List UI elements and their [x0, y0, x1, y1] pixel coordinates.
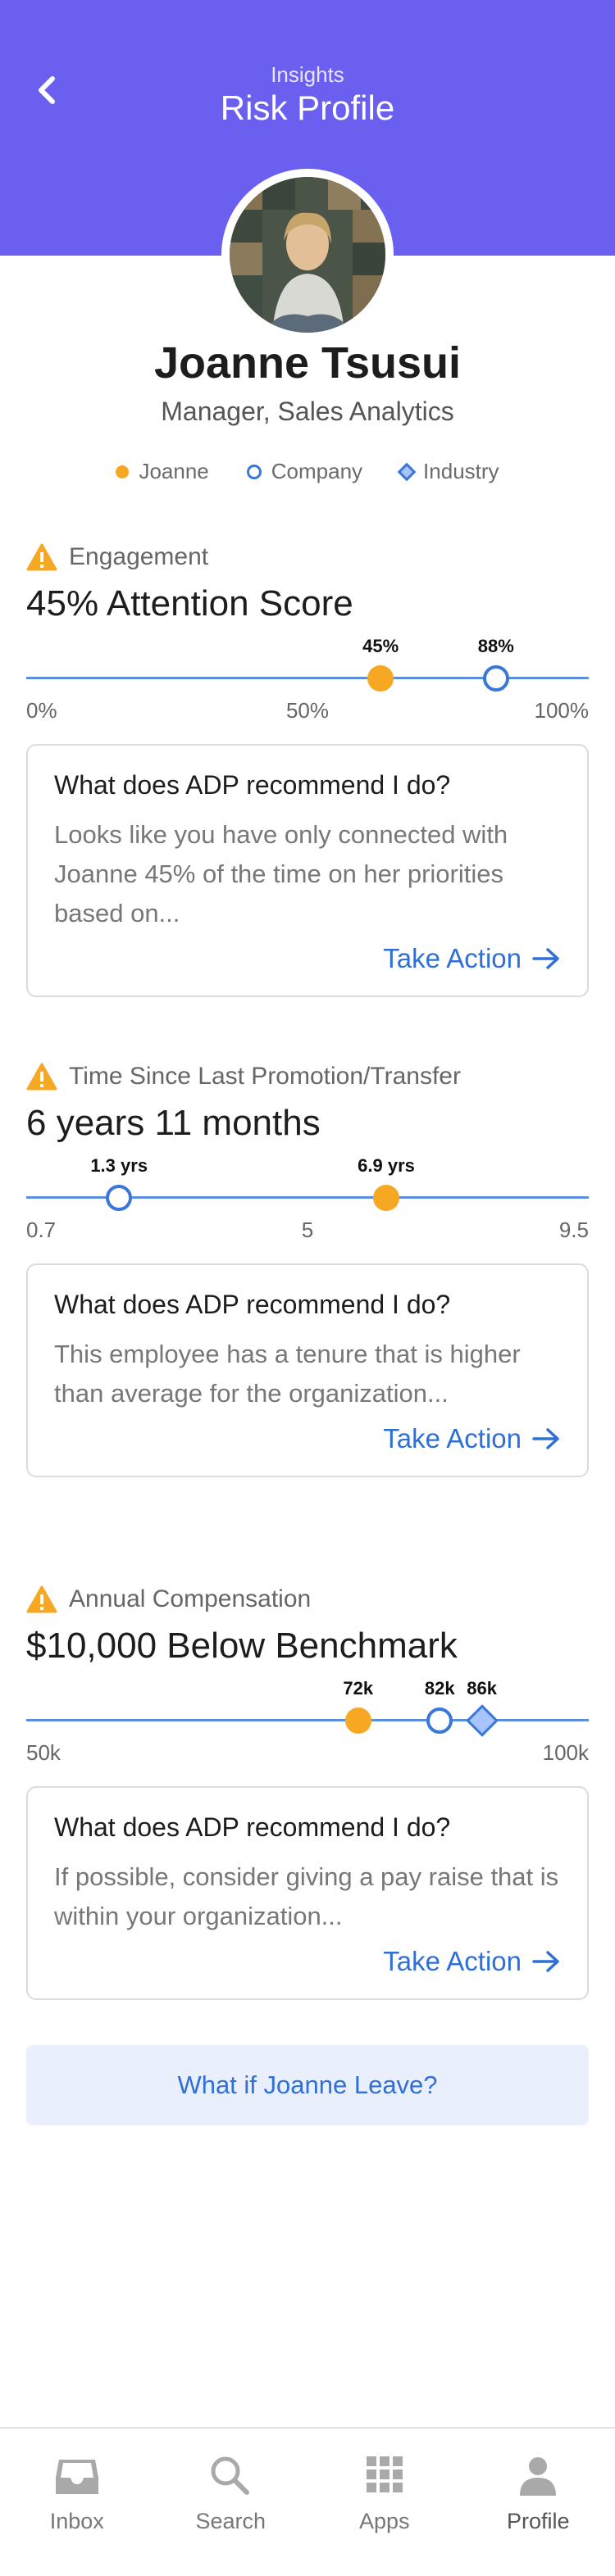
marker-ring: [426, 1708, 453, 1734]
card-question: What does ADP recommend I do?: [54, 1812, 451, 1842]
section-title: 45% Attention Score: [26, 583, 353, 624]
ring-dot-icon: [246, 464, 262, 479]
marker-ring: [482, 665, 509, 692]
apps-grid-icon: [366, 2456, 403, 2492]
tick-mid: 50%: [285, 698, 330, 723]
legend-company: Company: [246, 459, 362, 484]
diamond-icon: [397, 462, 417, 481]
tick-mid: 5: [301, 1218, 314, 1242]
legend: Joanne Company Industry: [0, 459, 615, 484]
employee-role: Manager, Sales Analytics: [161, 397, 454, 426]
person-icon: [520, 2457, 557, 2496]
recommendation-card: What does ADP recommend I do? If possibl…: [26, 1786, 589, 2000]
tab-inbox[interactable]: Inbox: [0, 2429, 154, 2576]
tick-max: 9.5: [558, 1218, 589, 1242]
marker-fill: [373, 1185, 400, 1211]
section-title: $10,000 Below Benchmark: [26, 1626, 458, 1666]
arrow-right-icon: [532, 1951, 559, 1972]
marker-fill: [367, 665, 394, 692]
tick-min: 0%: [26, 698, 57, 723]
page-title: Risk Profile: [220, 88, 395, 127]
header-subtitle: Insights: [271, 62, 344, 87]
card-text: This employee has a tenure that is highe…: [54, 1340, 521, 1408]
arrow-right-icon: [532, 948, 559, 969]
tick-min: 0.7: [26, 1218, 57, 1242]
take-action-button[interactable]: Take Action: [54, 943, 561, 974]
take-action-button[interactable]: Take Action: [54, 1946, 561, 1977]
filled-dot-icon: [116, 465, 130, 478]
section-title: 6 years 11 months: [26, 1103, 321, 1143]
take-action-button[interactable]: Take Action: [54, 1423, 561, 1454]
arrow-right-icon: [532, 1428, 559, 1449]
search-icon: [211, 2456, 250, 2495]
marker-dia: [465, 1704, 499, 1737]
range-scale: 50k 100k 72k 82k 86k: [26, 1678, 589, 1768]
marker-label: 6.9 yrs: [358, 1155, 415, 1176]
card-question: What does ADP recommend I do?: [54, 770, 451, 800]
tab-search[interactable]: Search: [154, 2429, 308, 2576]
section-label: Annual Compensation: [69, 1585, 312, 1612]
range-scale: 0.7 5 9.5 1.3 yrs 6.9 yrs: [26, 1155, 589, 1245]
tick-min: 50k: [26, 1740, 61, 1765]
card-text: Looks like you have only connected with …: [54, 820, 508, 927]
section-label: Time Since Last Promotion/Transfer: [69, 1063, 461, 1090]
range-scale: 0% 50% 100% 45% 88%: [26, 636, 589, 726]
marker-label: 82k: [424, 1678, 455, 1698]
promotion-section: Time Since Last Promotion/Transfer 6 yea…: [26, 1060, 589, 1477]
recommendation-card: What does ADP recommend I do? This emplo…: [26, 1263, 589, 1477]
marker-label: 1.3 yrs: [90, 1155, 148, 1176]
tick-max: 100k: [542, 1740, 589, 1765]
scale-track: [26, 1719, 589, 1721]
avatar: [221, 169, 394, 341]
marker-label: 45%: [362, 636, 399, 656]
profile-photo: [230, 177, 385, 333]
legend-joanne: Joanne: [116, 459, 209, 484]
marker-label: 86k: [467, 1678, 498, 1698]
tab-profile[interactable]: Profile: [462, 2429, 615, 2576]
what-if-leave-button[interactable]: What if Joanne Leave?: [26, 2045, 589, 2125]
warning-icon: [26, 1585, 57, 1613]
inbox-icon: [55, 2460, 98, 2494]
recommendation-card: What does ADP recommend I do? Looks like…: [26, 744, 589, 997]
tick-max: 100%: [534, 698, 590, 723]
engagement-section: Engagement 45% Attention Score 0% 50% 10…: [26, 541, 589, 997]
bottom-tab-bar: Inbox Search Apps Profile: [0, 2427, 615, 2576]
compensation-section: Annual Compensation $10,000 Below Benchm…: [26, 1583, 589, 2000]
tab-apps[interactable]: Apps: [308, 2429, 462, 2576]
card-text: If possible, consider giving a pay raise…: [54, 1862, 559, 1930]
section-label: Engagement: [69, 543, 209, 570]
marker-fill: [344, 1708, 371, 1734]
warning-icon: [26, 1063, 57, 1091]
marker-label: 88%: [477, 636, 514, 656]
card-question: What does ADP recommend I do?: [54, 1290, 451, 1319]
marker-label: 72k: [343, 1678, 374, 1698]
legend-industry: Industry: [397, 459, 499, 484]
employee-name: Joanne Tsusui: [153, 338, 462, 388]
marker-ring: [106, 1185, 133, 1211]
warning-icon: [26, 543, 57, 571]
